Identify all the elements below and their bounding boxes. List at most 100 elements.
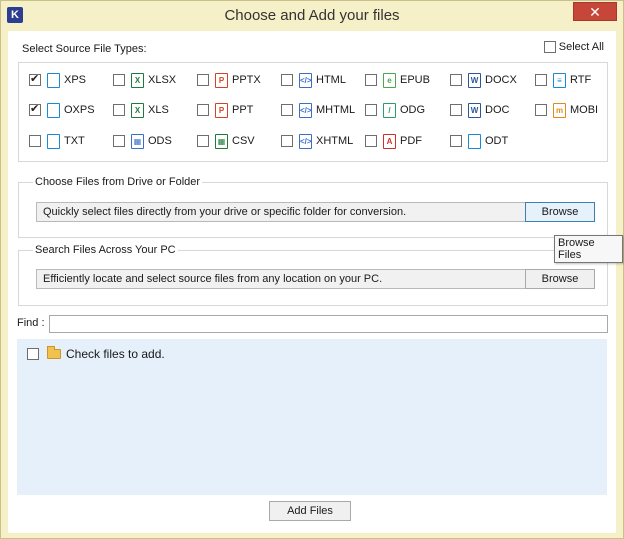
find-label: Find : <box>17 317 45 329</box>
file-type-xps[interactable]: XPS <box>29 72 86 88</box>
file-type-xls[interactable]: X XLS <box>113 102 169 118</box>
file-type-label: ODG <box>400 104 426 116</box>
file-type-csv[interactable]: ▦ CSV <box>197 133 255 149</box>
file-type-oxps[interactable]: OXPS <box>29 102 95 118</box>
files-list-area[interactable]: Check files to add. <box>17 339 607 495</box>
file-type-checkbox[interactable] <box>281 104 293 116</box>
file-type-checkbox[interactable] <box>450 104 462 116</box>
file-type-checkbox[interactable] <box>365 74 377 86</box>
file-type-label: PDF <box>400 135 422 147</box>
browse-search-button[interactable]: Browse <box>525 269 595 289</box>
folder-icon <box>47 346 61 359</box>
file-type-checkbox[interactable] <box>113 104 125 116</box>
file-type-odt[interactable]: ODT <box>450 133 508 149</box>
check-files-checkbox[interactable] <box>27 348 39 360</box>
txt-file-icon <box>47 133 60 149</box>
odg-file-icon: / <box>383 102 396 118</box>
file-type-checkbox[interactable] <box>197 74 209 86</box>
source-types-label: Select Source File Types: <box>22 43 147 55</box>
file-type-label: ODT <box>485 135 509 147</box>
file-type-checkbox[interactable] <box>450 74 462 86</box>
xlsx-file-icon: X <box>131 72 144 88</box>
file-type-checkbox[interactable] <box>281 74 293 86</box>
file-type-html[interactable]: </> HTML <box>281 72 346 88</box>
window-title: Choose and Add your files <box>224 7 400 24</box>
file-type-checkbox[interactable] <box>29 72 41 86</box>
file-type-checkbox[interactable] <box>535 74 547 86</box>
search-group-title: Search Files Across Your PC <box>33 244 178 256</box>
epub-file-icon: e <box>383 72 396 88</box>
csv-file-icon: ▦ <box>215 133 228 149</box>
dialog-content: Select Source File Types: Select All XPS… <box>8 31 616 533</box>
file-type-label: RTF <box>570 74 592 86</box>
file-type-label: DOCX <box>485 74 517 86</box>
file-type-checkbox[interactable] <box>535 104 547 116</box>
browse-drive-button[interactable]: Browse <box>525 202 595 222</box>
file-type-mobi[interactable]: m MOBI <box>535 102 598 118</box>
oxps-file-icon <box>47 102 60 118</box>
select-all-label: Select All <box>558 41 604 53</box>
close-button[interactable]: ✕ <box>573 2 617 21</box>
title-bar[interactable]: K Choose and Add your files ✕ <box>1 1 623 31</box>
file-type-doc[interactable]: W DOC <box>450 102 509 118</box>
file-type-label: EPUB <box>400 74 430 86</box>
xps-file-icon <box>47 72 60 88</box>
file-type-mhtml[interactable]: </> MHTML <box>281 102 355 118</box>
file-type-checkbox[interactable] <box>197 104 209 116</box>
file-type-checkbox[interactable] <box>365 104 377 116</box>
doc-file-icon: W <box>468 102 481 118</box>
html-file-icon: </> <box>299 72 312 88</box>
file-type-checkbox[interactable] <box>365 135 377 147</box>
drive-folder-group: Choose Files from Drive or Folder Quickl… <box>18 176 608 238</box>
browse-files-tooltip: Browse Files <box>554 235 623 263</box>
find-input[interactable] <box>49 315 608 333</box>
file-type-label: TXT <box>64 135 85 147</box>
file-type-label: CSV <box>232 135 255 147</box>
file-type-txt[interactable]: TXT <box>29 133 85 149</box>
search-pc-group: Search Files Across Your PC Efficiently … <box>18 244 608 306</box>
file-type-rtf[interactable]: ≡ RTF <box>535 72 591 88</box>
file-type-epub[interactable]: e EPUB <box>365 72 430 88</box>
file-type-checkbox[interactable] <box>450 135 462 147</box>
file-type-checkbox[interactable] <box>197 135 209 147</box>
mobi-file-icon: m <box>553 102 566 118</box>
dialog-window: K Choose and Add your files ✕ Select Sou… <box>0 0 624 539</box>
file-type-pdf[interactable]: A PDF <box>365 133 422 149</box>
drive-info-text: Quickly select files directly from your … <box>36 202 531 222</box>
file-type-docx[interactable]: W DOCX <box>450 72 517 88</box>
add-files-button[interactable]: Add Files <box>269 501 351 521</box>
file-type-xhtml[interactable]: </> XHTML <box>281 133 353 149</box>
file-type-checkbox[interactable] <box>113 74 125 86</box>
file-type-label: XHTML <box>316 135 354 147</box>
file-type-label: PPTX <box>232 74 261 86</box>
file-type-checkbox[interactable] <box>29 102 41 116</box>
file-type-label: ODS <box>148 135 172 147</box>
file-type-label: HTML <box>316 74 346 86</box>
pdf-file-icon: A <box>383 133 396 149</box>
file-type-xlsx[interactable]: X XLSX <box>113 72 176 88</box>
xhtml-file-icon: </> <box>299 133 312 149</box>
pptx-file-icon: P <box>215 72 228 88</box>
file-type-pptx[interactable]: P PPTX <box>197 72 261 88</box>
file-type-odg[interactable]: / ODG <box>365 102 425 118</box>
file-type-label: MHTML <box>316 104 356 116</box>
odt-file-icon <box>468 133 481 149</box>
file-type-checkbox[interactable] <box>281 135 293 147</box>
file-type-checkbox[interactable] <box>113 135 125 147</box>
xls-file-icon: X <box>131 102 144 118</box>
file-type-label: MOBI <box>570 104 599 116</box>
file-type-checkbox[interactable] <box>29 135 41 147</box>
file-type-ods[interactable]: ▦ ODS <box>113 133 172 149</box>
mhtml-file-icon: </> <box>299 102 312 118</box>
file-types-panel: XPSXXLSXPPPTX</>HTMLeEPUBWDOCX≡RTFOXPSXX… <box>18 62 608 162</box>
file-type-label: XLSX <box>148 74 177 86</box>
file-type-ppt[interactable]: P PPT <box>197 102 253 118</box>
files-header[interactable]: Check files to add. <box>27 346 165 361</box>
docx-file-icon: W <box>468 72 481 88</box>
drive-group-title: Choose Files from Drive or Folder <box>33 176 203 188</box>
rtf-file-icon: ≡ <box>553 72 566 88</box>
check-files-label: Check files to add. <box>66 347 165 361</box>
select-all-option[interactable]: Select All <box>543 41 604 53</box>
select-all-checkbox[interactable] <box>543 41 556 53</box>
file-type-label: OXPS <box>64 104 95 116</box>
